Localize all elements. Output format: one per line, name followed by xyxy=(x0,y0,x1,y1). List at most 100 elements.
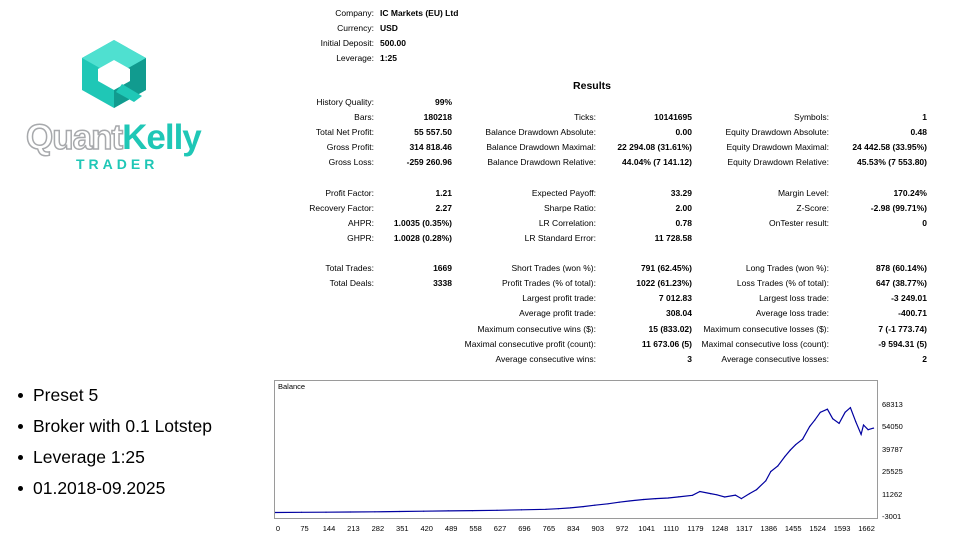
balance-point xyxy=(699,490,701,493)
stat-label: Maximal consecutive profit (count): xyxy=(464,338,596,349)
y-tick-label: 25525 xyxy=(882,467,903,477)
balance-point xyxy=(557,508,559,510)
balance-point xyxy=(809,425,811,428)
x-tick-label: 144 xyxy=(322,524,336,533)
balance-point xyxy=(301,511,303,513)
stat-value: 45.53% (7 553.80) xyxy=(857,157,927,168)
stat-label: Bars: xyxy=(354,112,374,123)
x-tick-label: 1041 xyxy=(638,524,655,533)
balance-point xyxy=(349,511,351,513)
balance-point xyxy=(844,411,846,413)
stat-label: Z-Score: xyxy=(796,202,829,213)
balance-point xyxy=(710,493,712,495)
stat-label: Average consecutive wins: xyxy=(495,353,596,364)
balance-point xyxy=(777,465,779,467)
x-tick-label: 1593 xyxy=(833,524,851,533)
stat-label: Recovery Factor: xyxy=(309,202,374,213)
stat-value: 2 xyxy=(922,353,927,364)
balance-point xyxy=(748,493,751,495)
stat-label: GHPR: xyxy=(347,232,374,243)
stat-value: 0.78 xyxy=(675,217,692,228)
balance-point xyxy=(789,449,791,451)
balance-point xyxy=(860,433,862,435)
logo-wordmark: QuantKelly xyxy=(25,117,202,158)
y-tick-label: 54050 xyxy=(882,422,903,432)
stat-label: AHPR: xyxy=(348,217,374,228)
note-item: Preset 5 xyxy=(18,384,212,415)
balance-line xyxy=(275,406,874,514)
stat-label: Loss Trades (% of total): xyxy=(736,278,829,289)
stat-label: Average profit trade: xyxy=(519,308,596,319)
stat-label: Balance Drawdown Maximal: xyxy=(486,142,596,153)
stat-label: Profit Trades (% of total): xyxy=(501,278,596,289)
x-tick-label: 282 xyxy=(371,524,385,533)
stat-label: Profit Factor: xyxy=(325,187,374,198)
stat-label: Short Trades (won %): xyxy=(511,263,596,274)
balance-point xyxy=(849,407,852,409)
stat-value: 22 294.08 (31.61%) xyxy=(617,142,692,153)
x-tick-label: 1662 xyxy=(858,524,875,533)
stat-value: 878 (60.14%) xyxy=(875,263,927,274)
stat-label: LR Standard Error: xyxy=(524,232,596,243)
stat-value: 15 (833.02) xyxy=(648,323,692,334)
stat-value: 7 (-1 773.74) xyxy=(878,323,927,334)
balance-point xyxy=(855,421,857,423)
balance-point xyxy=(819,411,821,413)
header-label: Company: xyxy=(335,8,374,18)
header-label: Leverage: xyxy=(336,53,374,63)
stat-value: 0.00 xyxy=(675,127,692,138)
stat-value: 33.29 xyxy=(670,187,692,198)
y-tick-label: 39787 xyxy=(882,444,903,454)
balance-point xyxy=(628,500,630,502)
logo-word-kelly: Kelly xyxy=(122,118,202,157)
balance-point xyxy=(643,498,645,501)
stat-value: 3338 xyxy=(433,278,452,289)
x-tick-label: 1386 xyxy=(760,524,778,533)
balance-point xyxy=(802,438,804,440)
stat-value: 24 442.58 (33.95%) xyxy=(852,142,927,153)
balance-point xyxy=(770,470,772,473)
note-item: 01.2018-09.2025 xyxy=(18,477,212,508)
note-item: Broker with 0.1 Lotstep xyxy=(18,415,212,446)
stat-label: Maximal consecutive loss (count): xyxy=(701,338,829,349)
x-tick-label: 1524 xyxy=(809,524,827,533)
stat-value: 791 (62.45%) xyxy=(640,263,692,274)
stat-value: 44.04% (7 141.12) xyxy=(622,157,692,168)
stat-label: Expected Payoff: xyxy=(531,187,596,198)
y-tick-label: 68313 xyxy=(882,399,903,409)
balance-point xyxy=(325,511,327,513)
stat-label: OnTester result: xyxy=(769,217,829,228)
x-tick-label: 834 xyxy=(567,524,580,533)
stat-label: Average loss trade: xyxy=(755,308,829,319)
stat-label: Balance Drawdown Absolute: xyxy=(485,127,596,138)
x-tick-label: 903 xyxy=(591,524,605,533)
stat-value: 11 673.06 (5) xyxy=(641,338,692,349)
stat-value: 0.48 xyxy=(910,127,927,138)
balance-point xyxy=(678,496,680,498)
stat-value: 0 xyxy=(922,217,927,228)
balance-point xyxy=(582,506,584,508)
stat-value: 99% xyxy=(434,97,452,107)
stat-value: 1 xyxy=(922,112,927,123)
balance-point xyxy=(545,508,547,510)
stat-value: 2.27 xyxy=(435,202,452,213)
stat-value: 1.0028 (0.28%) xyxy=(393,232,452,243)
balance-point xyxy=(756,489,758,491)
stat-value: 314 818.46 xyxy=(409,142,452,153)
x-tick-label: 489 xyxy=(444,524,458,533)
header-label: Initial Deposit: xyxy=(320,38,374,48)
stat-label: Maximum consecutive losses ($): xyxy=(703,323,829,334)
x-tick-label: 213 xyxy=(347,524,360,533)
stat-label: Margin Level: xyxy=(777,187,829,198)
x-tick-label: 0 xyxy=(275,524,281,533)
balance-point xyxy=(724,496,726,498)
y-tick-label: 11262 xyxy=(882,489,903,499)
x-tick-label: 765 xyxy=(542,524,556,533)
balance-point xyxy=(765,480,767,482)
x-tick-label: 1317 xyxy=(736,524,753,533)
logo-word-quant: Quant xyxy=(25,117,124,158)
x-tick-label: 1248 xyxy=(711,524,729,533)
balance-point xyxy=(814,419,816,421)
stat-value: -3 249.01 xyxy=(891,293,927,304)
x-tick-label: 1179 xyxy=(687,524,704,533)
